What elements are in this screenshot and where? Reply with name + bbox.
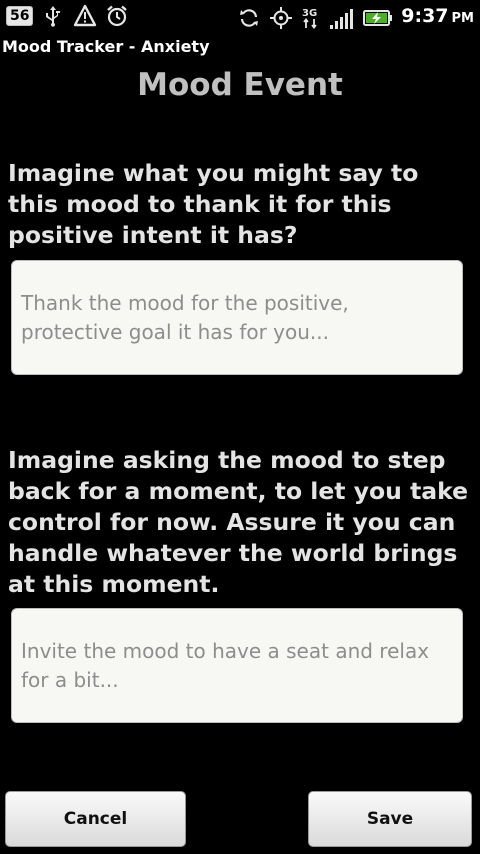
app-title: Mood Tracker - Anxiety [2, 37, 210, 56]
alarm-icon [105, 4, 129, 28]
signal-icon [329, 6, 355, 30]
svg-text:3G: 3G [302, 8, 317, 19]
gps-icon [269, 6, 293, 30]
question-prompt-step-back: Imagine asking the mood to step back for… [8, 446, 469, 598]
clock-time: 9:37 [401, 5, 449, 27]
notification-count-badge: 56 [6, 6, 34, 26]
thank-mood-input[interactable]: Thank the mood for the positive, protect… [11, 260, 463, 375]
question-prompt-thank-mood: Imagine what you might say to this mood … [8, 159, 419, 249]
status-clock: 9:37 PM [401, 4, 474, 31]
battery-charging-icon [363, 6, 393, 30]
save-button-label: Save [366, 809, 414, 829]
status-bar-right: 3G 9:37 PM [237, 4, 474, 31]
network-3g-icon: 3G [301, 6, 321, 30]
step-back-input[interactable]: Invite the mood to have a seat and relax… [11, 608, 463, 723]
page-title: Mood Event [137, 67, 343, 103]
status-bar-left: 56 [6, 4, 129, 28]
cancel-button[interactable]: Cancel [5, 791, 186, 847]
usb-icon [41, 4, 65, 28]
cancel-button-label: Cancel [63, 809, 128, 829]
clock-ampm: PM [451, 11, 474, 26]
save-button[interactable]: Save [308, 791, 472, 847]
sync-icon [237, 6, 261, 30]
warning-icon [73, 4, 97, 28]
status-bar: 56 3G 9:37 PM [0, 0, 480, 34]
